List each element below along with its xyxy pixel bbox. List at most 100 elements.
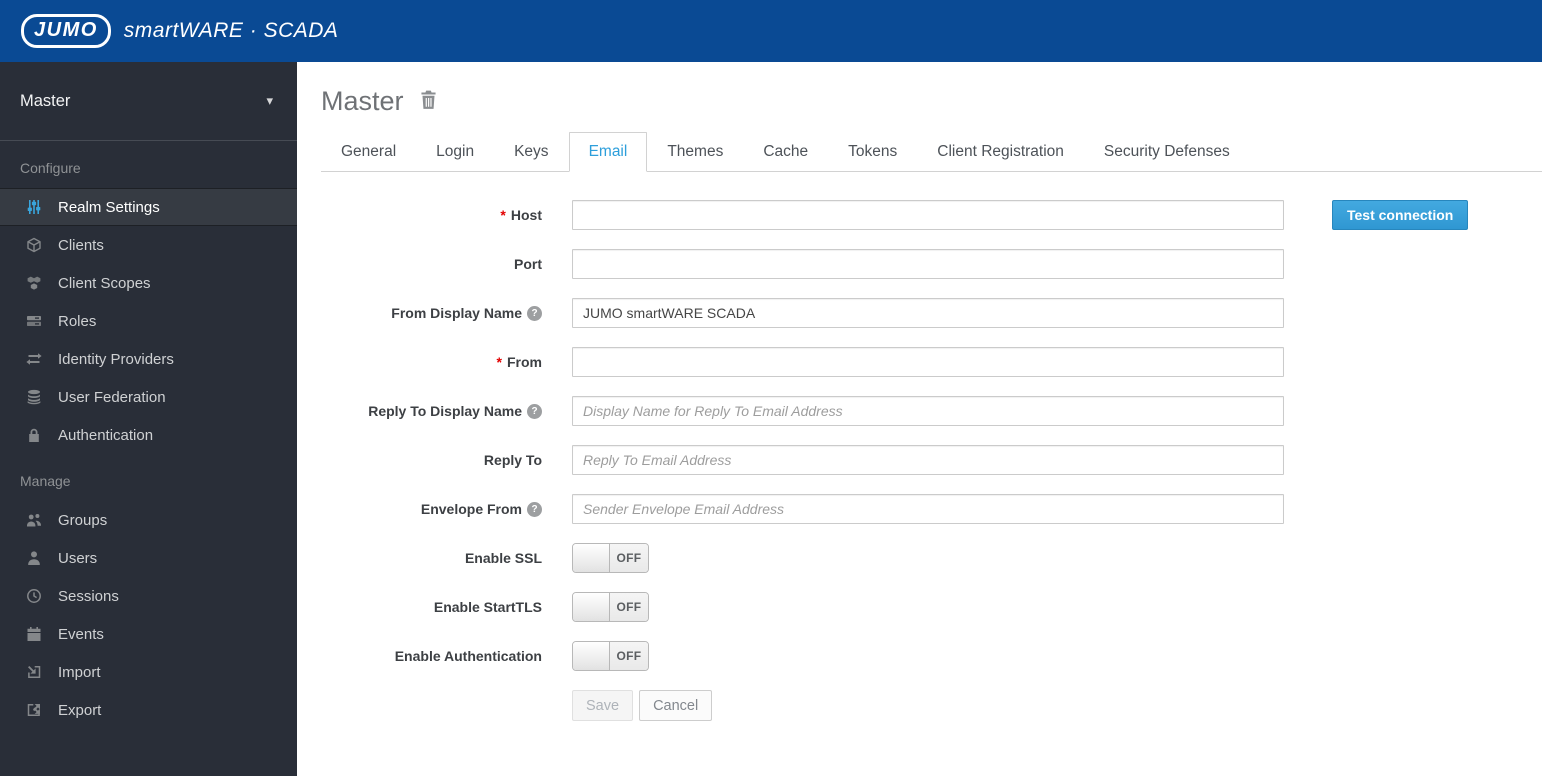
required-marker: * (496, 354, 502, 370)
trash-icon (419, 90, 438, 113)
sidebar-item-user-federation[interactable]: User Federation (0, 378, 297, 416)
toggle-handle (573, 593, 610, 621)
sidebar-item-label: Users (58, 549, 98, 567)
enable-authentication-label: Enable Authentication (394, 648, 542, 664)
sidebar-item-identity-providers[interactable]: Identity Providers (0, 340, 297, 378)
form-actions-row: Save Cancel (321, 690, 1542, 721)
sidebar-item-label: Groups (58, 511, 108, 529)
tab-themes[interactable]: Themes (647, 132, 743, 172)
required-marker: * (500, 207, 506, 223)
database-icon (25, 389, 43, 405)
envelope-from-label: Envelope From ? (321, 501, 542, 517)
enable-authentication-toggle[interactable]: OFF (572, 641, 649, 671)
field-row-enable-ssl: Enable SSL OFF (321, 543, 1542, 573)
tab-email[interactable]: Email (568, 132, 648, 172)
sidebar-item-label: Sessions (58, 587, 119, 605)
tab-tokens[interactable]: Tokens (828, 132, 917, 172)
exchange-arrows-icon (25, 351, 43, 367)
clock-icon (25, 588, 43, 604)
sidebar-item-label: Authentication (58, 426, 154, 444)
port-label: Port (514, 256, 542, 272)
save-button[interactable]: Save (572, 690, 634, 721)
reply-to-label: Reply To (483, 452, 542, 468)
field-row-enable-authentication: Enable Authentication OFF (321, 641, 1542, 671)
sidebar-item-label: Import (58, 663, 101, 681)
realm-selector-label: Master (20, 91, 71, 110)
tab-bar: General Login Keys Email Themes Cache To… (321, 132, 1542, 172)
cancel-button[interactable]: Cancel (639, 690, 713, 721)
sidebar-item-events[interactable]: Events (0, 615, 297, 653)
list-icon (25, 313, 43, 329)
tab-login[interactable]: Login (416, 132, 494, 172)
tab-cache[interactable]: Cache (743, 132, 828, 172)
brand-text: smartWARE · SCADA (123, 19, 339, 42)
sidebar-item-label: Clients (58, 236, 104, 254)
field-row-from: * From (321, 347, 1542, 377)
sidebar-item-clients[interactable]: Clients (0, 226, 297, 264)
sidebar-item-label: Roles (58, 312, 97, 330)
sidebar-item-realm-settings[interactable]: Realm Settings (0, 188, 297, 226)
reply-to-display-name-label: Reply To Display Name ? (321, 403, 542, 419)
field-row-envelope-from: Envelope From ? (321, 494, 1542, 524)
toggle-handle (573, 544, 610, 572)
sidebar-item-sessions[interactable]: Sessions (0, 577, 297, 615)
sidebar-section-configure: Configure (20, 160, 81, 176)
help-icon[interactable]: ? (527, 501, 542, 517)
field-row-host: * Host Test connection (321, 200, 1542, 230)
toggle-off-label: OFF (610, 642, 648, 670)
group-icon (25, 512, 43, 528)
tab-security-defenses[interactable]: Security Defenses (1084, 132, 1250, 172)
email-settings-form: * Host Test connection Port From Display… (321, 200, 1542, 721)
sidebar-item-users[interactable]: Users (0, 539, 297, 577)
lock-icon (25, 427, 43, 443)
import-icon (25, 664, 43, 680)
envelope-from-input[interactable] (572, 494, 1284, 524)
from-input[interactable] (572, 347, 1284, 377)
field-row-reply-to: Reply To (321, 445, 1542, 475)
sidebar-item-label: Client Scopes (58, 274, 151, 292)
sidebar-item-authentication[interactable]: Authentication (0, 416, 297, 454)
cube-icon (25, 237, 43, 253)
enable-starttls-toggle[interactable]: OFF (572, 592, 649, 622)
toggle-handle (573, 642, 610, 670)
field-row-enable-starttls: Enable StartTLS OFF (321, 592, 1542, 622)
from-display-name-label: From Display Name ? (321, 305, 542, 321)
sliders-icon (25, 199, 43, 215)
realm-selector[interactable]: Master ▾ (0, 62, 297, 141)
main-content: Master General Login Keys Email Themes C… (297, 62, 1542, 776)
from-display-name-input[interactable] (572, 298, 1284, 328)
enable-starttls-label: Enable StartTLS (433, 599, 542, 615)
toggle-off-label: OFF (610, 544, 648, 572)
sidebar-item-label: User Federation (58, 388, 166, 406)
delete-realm-button[interactable] (419, 90, 438, 113)
from-label: * From (496, 354, 542, 370)
toggle-off-label: OFF (610, 593, 648, 621)
tab-general[interactable]: General (321, 132, 416, 172)
host-input[interactable] (572, 200, 1284, 230)
sidebar-item-roles[interactable]: Roles (0, 302, 297, 340)
port-input[interactable] (572, 249, 1284, 279)
field-row-port: Port (321, 249, 1542, 279)
test-connection-button[interactable]: Test connection (1332, 200, 1469, 230)
sidebar-item-import[interactable]: Import (0, 653, 297, 691)
field-row-reply-to-display-name: Reply To Display Name ? (321, 396, 1542, 426)
export-icon (25, 702, 43, 718)
help-icon[interactable]: ? (527, 403, 542, 419)
tab-client-registration[interactable]: Client Registration (917, 132, 1084, 172)
topbar: JUMO smartWARE · SCADA (0, 0, 1542, 62)
user-icon (25, 550, 43, 566)
sidebar-item-groups[interactable]: Groups (0, 501, 297, 539)
sidebar-item-label: Export (58, 701, 102, 719)
sidebar-item-export[interactable]: Export (0, 691, 297, 729)
sidebar-section-manage: Manage (20, 473, 71, 489)
sidebar-item-client-scopes[interactable]: Client Scopes (0, 264, 297, 302)
chevron-down-icon: ▾ (266, 93, 273, 108)
host-label: * Host (500, 207, 542, 223)
help-icon[interactable]: ? (527, 305, 542, 321)
reply-to-input[interactable] (572, 445, 1284, 475)
enable-ssl-toggle[interactable]: OFF (572, 543, 649, 573)
sidebar-item-label: Events (58, 625, 104, 643)
tab-keys[interactable]: Keys (494, 132, 568, 172)
reply-to-display-name-input[interactable] (572, 396, 1284, 426)
sidebar-item-label: Realm Settings (58, 198, 160, 216)
